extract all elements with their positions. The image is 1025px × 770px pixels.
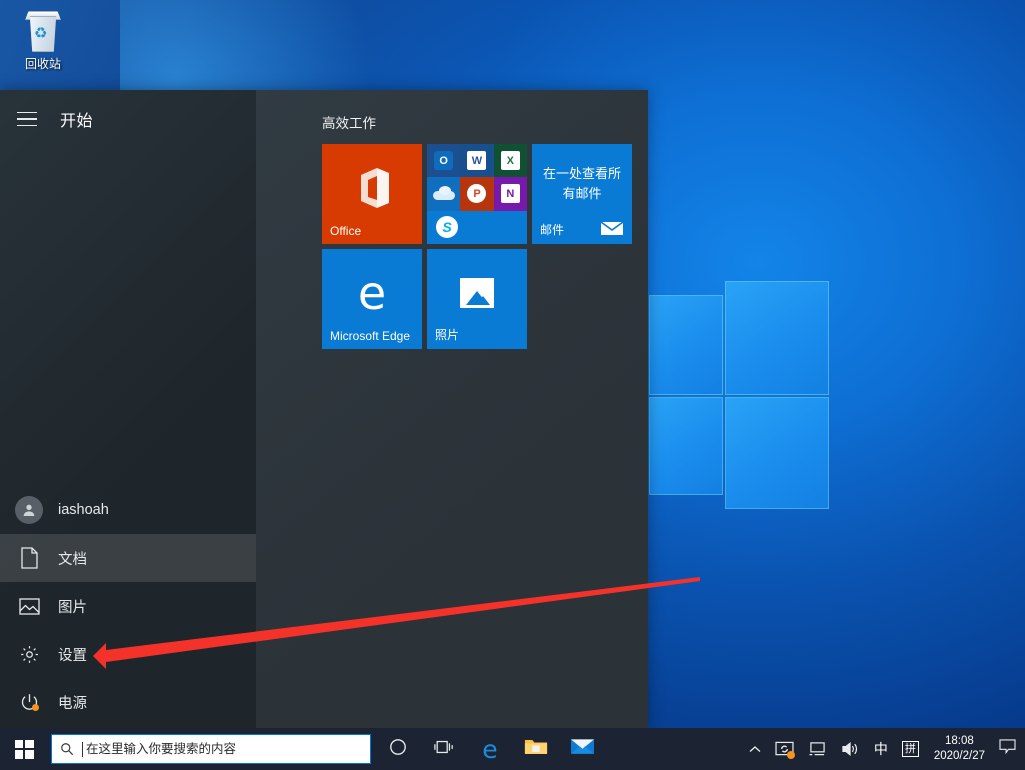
sidebar-item-label: 文档 — [58, 551, 87, 568]
task-view-icon — [434, 738, 454, 761]
sidebar-item-label: 图片 — [58, 599, 87, 616]
envelope-icon — [600, 221, 624, 236]
tile-office-apps[interactable]: O W X P N S — [427, 144, 527, 244]
system-tray: 中 拼 18:08 2020/2/27 — [742, 728, 1025, 770]
photos-icon — [460, 278, 494, 308]
folder-icon — [524, 737, 548, 761]
start-menu-title: 开始 — [60, 113, 94, 130]
search-input[interactable]: 在这里输入你要搜索的内容 — [51, 734, 371, 764]
recycle-bin-icon: ♻ — [20, 8, 66, 54]
tile-microsoft-edge[interactable]: e Microsoft Edge — [322, 249, 422, 349]
tile-office[interactable]: Office — [322, 144, 422, 244]
user-name-label: iashoah — [58, 502, 109, 518]
start-menu-left-rail: 开始 iashoah 文档 图片 设置 电源 — [0, 90, 256, 728]
taskbar-clock[interactable]: 18:08 2020/2/27 — [926, 734, 993, 764]
outlook-icon[interactable]: O — [427, 144, 461, 178]
taskbar-edge-button[interactable]: e — [467, 728, 513, 770]
tile-mail[interactable]: 在一处查看所有邮件 邮件 — [532, 144, 632, 244]
word-icon[interactable]: W — [460, 144, 494, 178]
excel-icon[interactable]: X — [493, 144, 527, 178]
windows-hero-logo — [650, 282, 828, 522]
envelope-icon — [570, 738, 594, 760]
document-icon — [14, 547, 44, 569]
tile-label: Microsoft Edge — [330, 329, 411, 343]
tile-label: 邮件 — [540, 223, 565, 237]
edge-icon: e — [357, 266, 387, 320]
desktop-icon-recycle-bin[interactable]: ♻ 回收站 — [6, 6, 80, 72]
taskbar: 在这里输入你要搜索的内容 e 中 拼 18:08 2020/2/27 — [0, 728, 1025, 770]
taskbar-cortana-button[interactable] — [375, 728, 421, 770]
notification-bubble-icon — [998, 739, 1016, 759]
sidebar-item-power[interactable]: 电源 — [0, 678, 256, 726]
picture-icon — [14, 597, 44, 616]
start-menu-nav-list: iashoah 文档 图片 设置 电源 — [0, 486, 256, 728]
skype-icon[interactable]: S — [427, 210, 527, 244]
clock-time: 18:08 — [945, 735, 974, 747]
user-avatar-icon — [14, 496, 44, 524]
network-icon[interactable] — [801, 728, 834, 770]
edge-icon: e — [482, 734, 498, 764]
sidebar-item-label: 电源 — [58, 695, 87, 712]
onenote-icon[interactable]: N — [493, 177, 527, 211]
start-menu-tiles-pane: 高效工作 Office O W X P N S 在一处查看所有邮件 邮件 e M… — [256, 90, 648, 728]
taskbar-task-view-button[interactable] — [421, 728, 467, 770]
tile-group-title: 高效工作 — [322, 116, 376, 131]
cortana-circle-icon — [389, 738, 407, 761]
start-menu-header: 开始 — [0, 90, 256, 148]
sidebar-item-label: 设置 — [58, 647, 87, 664]
taskbar-file-explorer-button[interactable] — [513, 728, 559, 770]
ime-pinyin-label: 拼 — [901, 741, 919, 757]
sidebar-item-pictures[interactable]: 图片 — [0, 582, 256, 630]
search-placeholder: 在这里输入你要搜索的内容 — [82, 741, 236, 757]
search-icon — [60, 742, 74, 756]
windows-start-icon[interactable] — [0, 728, 48, 770]
ime-mode-indicator[interactable]: 中 — [867, 728, 895, 770]
desktop-icon-label: 回收站 — [24, 57, 61, 71]
hamburger-menu-icon[interactable] — [14, 106, 40, 132]
sidebar-item-settings[interactable]: 设置 — [0, 630, 256, 678]
start-menu: 开始 iashoah 文档 图片 设置 电源 高效工作 Office O W X… — [0, 90, 648, 728]
tile-label: Office — [330, 224, 362, 238]
office-icon — [351, 166, 393, 210]
notification-center-button[interactable] — [993, 728, 1021, 770]
power-icon — [14, 692, 44, 713]
clock-date: 2020/2/27 — [933, 750, 985, 762]
powerpoint-icon[interactable]: P — [460, 177, 494, 211]
chevron-up-icon[interactable] — [742, 728, 768, 770]
desktop-screen: ♻ 回收站 开始 iashoah 文档 图片 设置 电源 高效工作 Office… — [0, 0, 1025, 770]
sidebar-item-documents[interactable]: 文档 — [0, 534, 256, 582]
taskbar-mail-button[interactable] — [559, 728, 605, 770]
tray-sync-icon[interactable] — [768, 728, 801, 770]
speaker-icon[interactable] — [834, 728, 867, 770]
start-menu-user-account[interactable]: iashoah — [0, 486, 256, 534]
gear-icon — [14, 644, 44, 665]
tile-grid: Office O W X P N S 在一处查看所有邮件 邮件 e Micros… — [322, 144, 648, 349]
onedrive-icon[interactable] — [427, 177, 461, 211]
tile-photos[interactable]: 照片 — [427, 249, 527, 349]
ime-pinyin-indicator[interactable]: 拼 — [895, 728, 926, 770]
tile-label: 照片 — [435, 328, 460, 342]
tile-mail-headline: 在一处查看所有邮件 — [542, 166, 621, 201]
